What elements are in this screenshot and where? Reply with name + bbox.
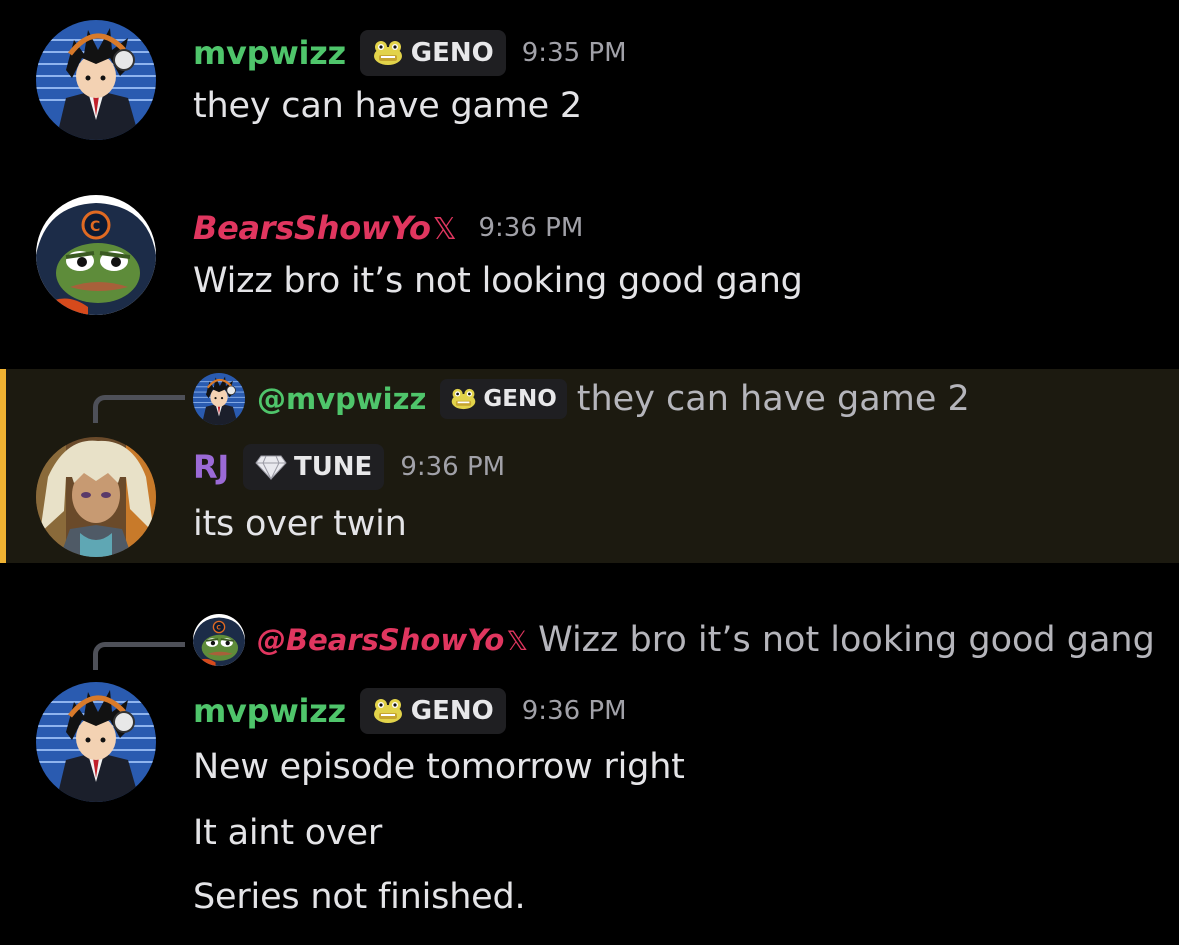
username[interactable]: mvpwizz [193, 692, 346, 730]
tag-label: GENO [483, 386, 557, 412]
reply-spine [93, 642, 185, 670]
frog-icon [372, 40, 404, 66]
message-3-highlighted: @mvpwizz GENO they can have game 2 RJ TU… [0, 369, 1179, 563]
username[interactable]: BearsShowYo𝕏 [193, 209, 457, 247]
tag-label: TUNE [293, 452, 373, 482]
tag-label: GENO [410, 38, 494, 68]
role-tag[interactable]: GENO [359, 688, 506, 734]
reply-username[interactable]: @BearsShowYo𝕏 [257, 623, 528, 657]
frog-icon [372, 698, 404, 724]
avatar[interactable] [36, 20, 156, 140]
avatar[interactable] [36, 195, 156, 315]
role-tag[interactable]: TUNE [242, 444, 385, 490]
message-4: @BearsShowYo𝕏 Wizz bro it’s not looking … [0, 600, 1179, 945]
reply-username-text: @BearsShowYo [257, 623, 505, 657]
message-text: New episode tomorrow right [193, 747, 685, 787]
message-1: mvpwizz GENO 9:35 PM they can have game … [0, 0, 1179, 170]
message-header: RJ TUNE 9:36 PM [193, 444, 505, 490]
message-text: Wizz bro it’s not looking good gang [193, 261, 803, 301]
reply-preview[interactable]: @mvpwizz GENO they can have game 2 [193, 371, 970, 427]
timestamp: 9:36 PM [478, 213, 584, 243]
diamond-icon [255, 454, 287, 480]
reply-spine [93, 395, 185, 423]
x-icon: 𝕏 [432, 212, 457, 247]
mention-highlight-bar [0, 369, 6, 563]
reply-avatar [193, 614, 245, 666]
tag-label: GENO [410, 696, 494, 726]
timestamp: 9:36 PM [400, 452, 506, 482]
reply-text: they can have game 2 [576, 379, 970, 419]
reply-avatar [193, 373, 245, 425]
message-2: BearsShowYo𝕏 9:36 PM Wizz bro it’s not l… [0, 170, 1179, 365]
frog-icon [450, 388, 477, 410]
message-text: its over twin [193, 504, 407, 544]
timestamp: 9:35 PM [521, 38, 627, 68]
x-icon: 𝕏 [506, 626, 529, 657]
message-text: It aint over [193, 813, 383, 853]
username[interactable]: mvpwizz [193, 34, 346, 72]
role-tag[interactable]: GENO [359, 30, 506, 76]
reply-preview[interactable]: @BearsShowYo𝕏 Wizz bro it’s not looking … [193, 612, 1155, 668]
reply-text: Wizz bro it’s not looking good gang [538, 620, 1155, 660]
reply-username[interactable]: @mvpwizz [257, 382, 426, 416]
username[interactable]: RJ [193, 448, 229, 486]
message-header: BearsShowYo𝕏 9:36 PM [193, 205, 583, 251]
reply-role-tag: GENO [440, 379, 567, 419]
timestamp: 9:36 PM [521, 696, 627, 726]
message-header: mvpwizz GENO 9:35 PM [193, 30, 627, 76]
avatar[interactable] [36, 437, 156, 557]
message-header: mvpwizz GENO 9:36 PM [193, 688, 627, 734]
avatar[interactable] [36, 682, 156, 802]
message-text: they can have game 2 [193, 86, 582, 126]
message-text: Series not finished. [193, 877, 526, 917]
username-text: BearsShowYo [193, 209, 431, 247]
